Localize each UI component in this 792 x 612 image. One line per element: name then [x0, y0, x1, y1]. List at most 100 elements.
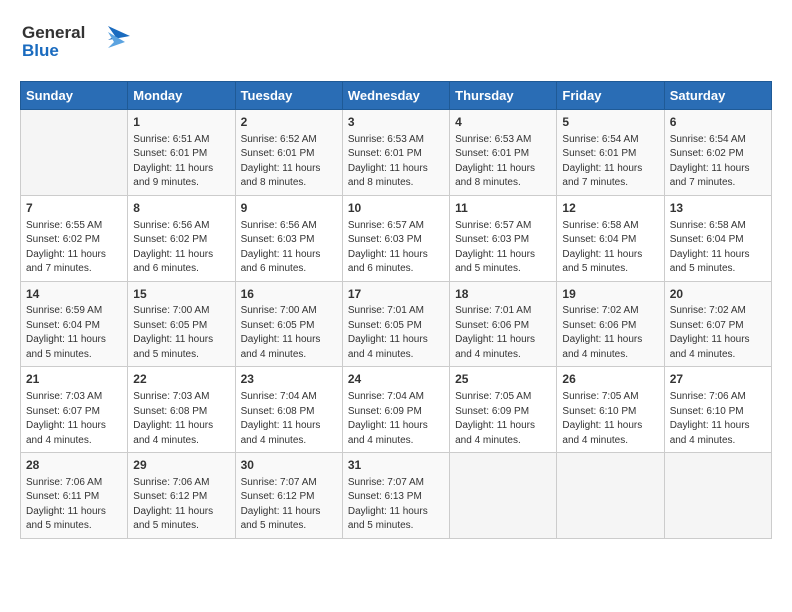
svg-text:General: General: [22, 23, 85, 42]
day-info: Sunrise: 7:06 AMSunset: 6:10 PMDaylight:…: [670, 390, 766, 448]
day-info: Sunrise: 7:06 AMSunset: 6:11 PMDaylight:…: [26, 476, 122, 534]
weekday-header: Monday: [128, 82, 235, 110]
day-info: Sunrise: 6:53 AMSunset: 6:01 PMDaylight:…: [455, 133, 551, 191]
day-number: 13: [670, 200, 766, 217]
day-number: 22: [133, 371, 229, 388]
calendar-cell: 26Sunrise: 7:05 AMSunset: 6:10 PMDayligh…: [557, 367, 664, 453]
day-info: Sunrise: 7:07 AMSunset: 6:13 PMDaylight:…: [348, 476, 444, 534]
day-info: Sunrise: 6:52 AMSunset: 6:01 PMDaylight:…: [241, 133, 337, 191]
day-info: Sunrise: 6:56 AMSunset: 6:02 PMDaylight:…: [133, 219, 229, 277]
calendar-cell: 15Sunrise: 7:00 AMSunset: 6:05 PMDayligh…: [128, 281, 235, 367]
day-number: 26: [562, 371, 658, 388]
calendar-cell: 14Sunrise: 6:59 AMSunset: 6:04 PMDayligh…: [21, 281, 128, 367]
weekday-header: Friday: [557, 82, 664, 110]
day-number: 9: [241, 200, 337, 217]
day-number: 7: [26, 200, 122, 217]
day-info: Sunrise: 6:58 AMSunset: 6:04 PMDaylight:…: [562, 219, 658, 277]
day-number: 6: [670, 114, 766, 131]
day-number: 14: [26, 286, 122, 303]
day-number: 12: [562, 200, 658, 217]
calendar-cell: 1 Sunrise: 6:51 AMSunset: 6:01 PMDaylight…: [128, 110, 235, 196]
day-number: 5: [562, 114, 658, 131]
weekday-header: Tuesday: [235, 82, 342, 110]
day-number: 8: [133, 200, 229, 217]
weekday-header: Sunday: [21, 82, 128, 110]
day-info: Sunrise: 7:04 AMSunset: 6:08 PMDaylight:…: [241, 390, 337, 448]
calendar-week-row: 28 Sunrise: 7:06 AMSunset: 6:11 PMDayligh…: [21, 453, 772, 539]
calendar-cell: 6Sunrise: 6:54 AMSunset: 6:02 PMDaylight…: [664, 110, 771, 196]
calendar-cell: 21Sunrise: 7:03 AMSunset: 6:07 PMDayligh…: [21, 367, 128, 453]
day-number: 3: [348, 114, 444, 131]
day-number: 15: [133, 286, 229, 303]
calendar-cell: 13Sunrise: 6:58 AMSunset: 6:04 PMDayligh…: [664, 195, 771, 281]
calendar-cell: 11 Sunrise: 6:57 AMSunset: 6:03 PMDayligh…: [450, 195, 557, 281]
calendar-cell: [450, 453, 557, 539]
day-info: Sunrise: 6:59 AMSunset: 6:04 PMDaylight:…: [26, 304, 122, 362]
calendar-cell: 10Sunrise: 6:57 AMSunset: 6:03 PMDayligh…: [342, 195, 449, 281]
day-number: 18: [455, 286, 551, 303]
day-number: 16: [241, 286, 337, 303]
day-info: Sunrise: 6:54 AMSunset: 6:01 PMDaylight:…: [562, 133, 658, 191]
calendar-cell: 19Sunrise: 7:02 AMSunset: 6:06 PMDayligh…: [557, 281, 664, 367]
day-number: 28: [26, 457, 122, 474]
weekday-header: Thursday: [450, 82, 557, 110]
calendar-week-row: 14Sunrise: 6:59 AMSunset: 6:04 PMDayligh…: [21, 281, 772, 367]
day-number: 29: [133, 457, 229, 474]
calendar-cell: 7 Sunrise: 6:55 AMSunset: 6:02 PMDaylight…: [21, 195, 128, 281]
day-number: 20: [670, 286, 766, 303]
calendar-cell: 22Sunrise: 7:03 AMSunset: 6:08 PMDayligh…: [128, 367, 235, 453]
day-info: Sunrise: 6:55 AMSunset: 6:02 PMDaylight:…: [26, 219, 122, 277]
day-info: Sunrise: 7:01 AMSunset: 6:06 PMDaylight:…: [455, 304, 551, 362]
calendar-header-row: SundayMondayTuesdayWednesdayThursdayFrid…: [21, 82, 772, 110]
day-info: Sunrise: 7:00 AMSunset: 6:05 PMDaylight:…: [133, 304, 229, 362]
calendar-cell: 20Sunrise: 7:02 AMSunset: 6:07 PMDayligh…: [664, 281, 771, 367]
day-number: 1: [133, 114, 229, 131]
day-info: Sunrise: 6:57 AMSunset: 6:03 PMDaylight:…: [455, 219, 551, 277]
weekday-header: Wednesday: [342, 82, 449, 110]
day-info: Sunrise: 7:04 AMSunset: 6:09 PMDaylight:…: [348, 390, 444, 448]
calendar-cell: 24 Sunrise: 7:04 AMSunset: 6:09 PMDayligh…: [342, 367, 449, 453]
day-number: 30: [241, 457, 337, 474]
day-number: 31: [348, 457, 444, 474]
calendar-cell: 9 Sunrise: 6:56 AMSunset: 6:03 PMDaylight…: [235, 195, 342, 281]
day-info: Sunrise: 6:53 AMSunset: 6:01 PMDaylight:…: [348, 133, 444, 191]
calendar-week-row: 1 Sunrise: 6:51 AMSunset: 6:01 PMDaylight…: [21, 110, 772, 196]
calendar-cell: 8 Sunrise: 6:56 AMSunset: 6:02 PMDaylight…: [128, 195, 235, 281]
day-number: 19: [562, 286, 658, 303]
calendar-cell: [557, 453, 664, 539]
day-info: Sunrise: 7:00 AMSunset: 6:05 PMDaylight:…: [241, 304, 337, 362]
day-number: 24: [348, 371, 444, 388]
day-info: Sunrise: 7:06 AMSunset: 6:12 PMDaylight:…: [133, 476, 229, 534]
calendar-cell: 29 Sunrise: 7:06 AMSunset: 6:12 PMDayligh…: [128, 453, 235, 539]
day-number: 11: [455, 200, 551, 217]
calendar-cell: [664, 453, 771, 539]
logo: General Blue: [20, 18, 130, 67]
day-info: Sunrise: 7:07 AMSunset: 6:12 PMDaylight:…: [241, 476, 337, 534]
logo-text: General Blue: [20, 18, 130, 67]
day-info: Sunrise: 6:57 AMSunset: 6:03 PMDaylight:…: [348, 219, 444, 277]
calendar-cell: 4Sunrise: 6:53 AMSunset: 6:01 PMDaylight…: [450, 110, 557, 196]
calendar-cell: 16Sunrise: 7:00 AMSunset: 6:05 PMDayligh…: [235, 281, 342, 367]
day-number: 23: [241, 371, 337, 388]
day-info: Sunrise: 6:51 AMSunset: 6:01 PMDaylight:…: [133, 133, 229, 191]
calendar-cell: 27Sunrise: 7:06 AMSunset: 6:10 PMDayligh…: [664, 367, 771, 453]
day-info: Sunrise: 7:02 AMSunset: 6:06 PMDaylight:…: [562, 304, 658, 362]
day-info: Sunrise: 7:01 AMSunset: 6:05 PMDaylight:…: [348, 304, 444, 362]
day-number: 25: [455, 371, 551, 388]
day-number: 2: [241, 114, 337, 131]
header: General Blue: [20, 18, 772, 67]
calendar-cell: 23 Sunrise: 7:04 AMSunset: 6:08 PMDayligh…: [235, 367, 342, 453]
day-info: Sunrise: 7:05 AMSunset: 6:09 PMDaylight:…: [455, 390, 551, 448]
weekday-header: Saturday: [664, 82, 771, 110]
calendar-cell: 17Sunrise: 7:01 AMSunset: 6:05 PMDayligh…: [342, 281, 449, 367]
calendar-week-row: 21Sunrise: 7:03 AMSunset: 6:07 PMDayligh…: [21, 367, 772, 453]
day-number: 21: [26, 371, 122, 388]
day-number: 17: [348, 286, 444, 303]
day-info: Sunrise: 6:56 AMSunset: 6:03 PMDaylight:…: [241, 219, 337, 277]
calendar-cell: 5 Sunrise: 6:54 AMSunset: 6:01 PMDaylight…: [557, 110, 664, 196]
calendar-cell: [21, 110, 128, 196]
page-container: General Blue SundayMondayTuesdayWednesda…: [0, 0, 792, 612]
svg-text:Blue: Blue: [22, 41, 59, 60]
calendar-cell: 2 Sunrise: 6:52 AMSunset: 6:01 PMDaylight…: [235, 110, 342, 196]
calendar-cell: 31 Sunrise: 7:07 AMSunset: 6:13 PMDayligh…: [342, 453, 449, 539]
